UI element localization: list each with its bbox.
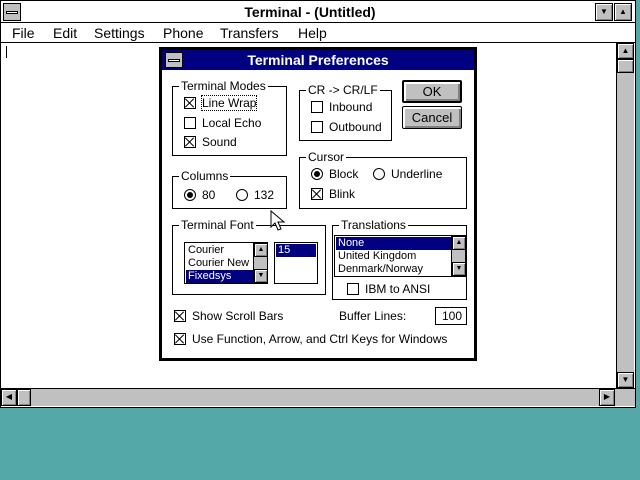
terminal-modes-group: Terminal Modes Line Wrap Local Echo Soun… <box>172 79 287 156</box>
dialog-title[interactable]: Terminal Preferences <box>162 50 474 70</box>
font-item-courier-new[interactable]: Courier New <box>186 257 253 270</box>
maximize-button[interactable]: ▲ <box>614 3 632 21</box>
translation-item-none[interactable]: None <box>336 237 451 250</box>
cursor-label: Cursor <box>306 150 347 164</box>
sound-checkbox[interactable] <box>184 136 196 148</box>
font-item-fixedsys[interactable]: Fixedsys <box>186 270 253 283</box>
font-size-listbox[interactable]: 15 <box>274 242 318 284</box>
cursor-group: Cursor Block Underline Blink <box>299 150 467 209</box>
inbound-label[interactable]: Inbound <box>329 100 372 114</box>
font-list-scrollbar[interactable]: ▲ ▼ <box>253 243 267 283</box>
font-scroll-up-button[interactable]: ▲ <box>254 243 267 257</box>
columns-80-label[interactable]: 80 <box>202 188 215 202</box>
translation-item-denmark-norway[interactable]: Denmark/Norway <box>336 263 451 276</box>
terminal-preferences-dialog: Terminal Preferences Terminal Modes Line… <box>159 47 477 361</box>
translations-scroll-down-button[interactable]: ▼ <box>452 262 465 276</box>
scroll-left-button[interactable]: ◀ <box>1 389 17 406</box>
local-echo-label[interactable]: Local Echo <box>202 116 261 130</box>
block-label[interactable]: Block <box>329 167 358 181</box>
crlf-label: CR -> CR/LF <box>306 83 380 97</box>
cancel-button[interactable]: Cancel <box>402 106 462 129</box>
translations-scroll-up-button[interactable]: ▲ <box>452 236 465 250</box>
font-scroll-down-button[interactable]: ▼ <box>254 269 267 283</box>
outbound-checkbox[interactable] <box>311 121 323 133</box>
show-scroll-bars-checkbox[interactable] <box>174 310 186 322</box>
use-function-keys-label[interactable]: Use Function, Arrow, and Ctrl Keys for W… <box>192 332 447 346</box>
crlf-group: CR -> CR/LF Inbound Outbound <box>299 83 392 141</box>
show-scroll-bars-label[interactable]: Show Scroll Bars <box>192 309 283 323</box>
dialog-system-menu-icon <box>168 59 180 62</box>
line-wrap-checkbox[interactable] <box>184 97 196 109</box>
dialog-system-menu-box[interactable] <box>165 52 183 68</box>
scroll-up-button[interactable]: ▲ <box>617 43 634 59</box>
ibm-to-ansi-checkbox[interactable] <box>347 283 359 295</box>
columns-group: Columns 80 132 <box>172 169 287 209</box>
local-echo-checkbox[interactable] <box>184 117 196 129</box>
columns-132-radio[interactable] <box>236 189 248 201</box>
dialog-body: Terminal Modes Line Wrap Local Echo Soun… <box>162 70 474 358</box>
menu-phone[interactable]: Phone <box>163 25 203 41</box>
terminal-font-label: Terminal Font <box>179 218 256 232</box>
buffer-lines-input[interactable]: 100 <box>435 307 467 325</box>
underline-label[interactable]: Underline <box>391 167 442 181</box>
ibm-to-ansi-label[interactable]: IBM to ANSI <box>365 282 430 296</box>
scroll-right-button[interactable]: ▶ <box>599 389 615 406</box>
terminal-modes-label: Terminal Modes <box>179 79 268 93</box>
font-listbox[interactable]: Courier Courier New Fixedsys ▲ ▼ <box>184 242 268 284</box>
menu-help[interactable]: Help <box>298 25 327 41</box>
minimize-button[interactable]: ▼ <box>595 3 613 21</box>
vertical-scroll-thumb[interactable] <box>617 59 634 73</box>
columns-132-label[interactable]: 132 <box>254 188 274 202</box>
font-item-courier[interactable]: Courier <box>186 244 253 257</box>
system-menu-box[interactable] <box>3 3 21 21</box>
menu-transfers[interactable]: Transfers <box>220 25 279 41</box>
use-function-keys-checkbox[interactable] <box>174 333 186 345</box>
scroll-down-button[interactable]: ▼ <box>617 372 634 388</box>
blink-label[interactable]: Blink <box>329 187 355 201</box>
block-radio[interactable] <box>311 168 323 180</box>
terminal-font-group: Terminal Font Courier Courier New Fixeds… <box>172 218 326 295</box>
sound-label[interactable]: Sound <box>202 135 237 149</box>
translations-list-scrollbar[interactable]: ▲ ▼ <box>451 236 465 276</box>
blink-checkbox[interactable] <box>311 188 323 200</box>
inbound-checkbox[interactable] <box>311 101 323 113</box>
window-title: Terminal - (Untitled) <box>244 4 376 20</box>
outbound-label[interactable]: Outbound <box>329 120 382 134</box>
text-caret <box>6 46 7 58</box>
columns-label: Columns <box>179 169 231 183</box>
horizontal-scroll-thumb[interactable] <box>17 389 31 406</box>
menu-file[interactable]: File <box>12 25 35 41</box>
translation-item-united-kingdom[interactable]: United Kingdom <box>336 250 451 263</box>
line-wrap-label[interactable]: Line Wrap <box>200 95 258 111</box>
dialog-frame: Terminal Preferences Terminal Modes Line… <box>162 50 474 358</box>
ok-button[interactable]: OK <box>402 80 462 103</box>
menu-bar: File Edit Settings Phone Transfers Help <box>1 23 635 43</box>
underline-radio[interactable] <box>373 168 385 180</box>
menu-edit[interactable]: Edit <box>53 25 77 41</box>
title-bar[interactable]: Terminal - (Untitled) ▼ ▲ <box>1 1 635 23</box>
horizontal-scrollbar[interactable]: ◀ ▶ <box>1 388 635 406</box>
system-menu-icon <box>6 11 18 14</box>
translations-label: Translations <box>339 218 408 232</box>
mouse-pointer-icon <box>270 210 286 231</box>
translations-listbox[interactable]: None United Kingdom Denmark/Norway ▲ ▼ <box>334 235 466 277</box>
vertical-scrollbar[interactable]: ▲ ▼ <box>616 43 634 388</box>
buffer-lines-label: Buffer Lines: <box>339 309 407 323</box>
font-size-item[interactable]: 15 <box>276 244 316 257</box>
columns-80-radio[interactable] <box>184 189 196 201</box>
translations-group: Translations None United Kingdom Denmark… <box>332 218 467 300</box>
menu-settings[interactable]: Settings <box>94 25 145 41</box>
